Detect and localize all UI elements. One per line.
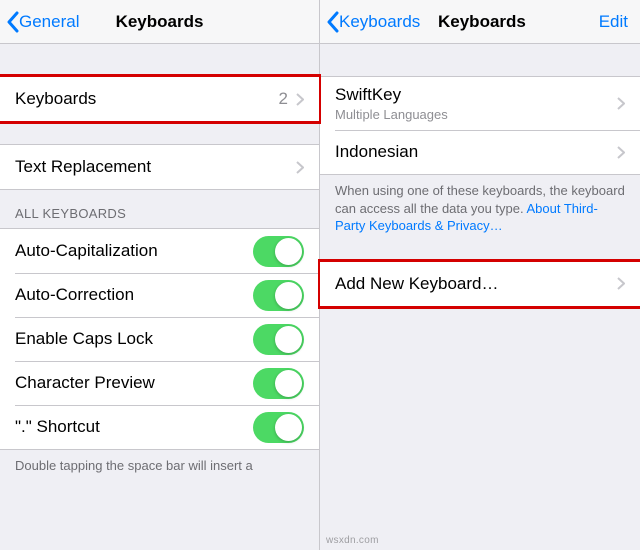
toggle-group: Auto-Capitalization Auto-Correction Enab… [0, 228, 319, 450]
chevron-left-icon [6, 11, 19, 33]
auto-capitalization-switch[interactable] [253, 236, 304, 267]
keyboard-name: Indonesian [335, 142, 418, 162]
chevron-right-icon [617, 277, 625, 290]
page-title-right: Keyboards [438, 12, 526, 32]
add-new-keyboard-row[interactable]: Add New Keyboard… [320, 262, 640, 306]
chevron-right-icon [617, 97, 625, 110]
keyboards-row[interactable]: Keyboards 2 [0, 77, 319, 121]
installed-keyboards-group: SwiftKey Multiple Languages Indonesian [320, 76, 640, 175]
watermark: wsxdn.com [326, 535, 379, 546]
toggle-label: Auto-Capitalization [15, 241, 158, 261]
auto-correction-row[interactable]: Auto-Correction [0, 273, 319, 317]
character-preview-row[interactable]: Character Preview [0, 361, 319, 405]
chevron-right-icon [296, 161, 304, 174]
navbar-right: Keyboards Keyboards Edit [320, 0, 640, 44]
back-to-general-button[interactable]: General [6, 11, 79, 33]
all-keyboards-header: ALL KEYBOARDS [0, 190, 319, 228]
chevron-left-icon [326, 11, 339, 33]
edit-button[interactable]: Edit [599, 12, 628, 32]
period-shortcut-row[interactable]: "." Shortcut [0, 405, 319, 449]
toggle-label: Character Preview [15, 373, 155, 393]
toggle-label: "." Shortcut [15, 417, 100, 437]
back-label: General [19, 12, 79, 32]
navbar-left: General Keyboards [0, 0, 319, 44]
chevron-right-icon [617, 146, 625, 159]
keyboards-count-group: Keyboards 2 [0, 76, 319, 122]
auto-capitalization-row[interactable]: Auto-Capitalization [0, 229, 319, 273]
enable-caps-lock-switch[interactable] [253, 324, 304, 355]
settings-keyboards-panel: General Keyboards Keyboards 2 Text Repla… [0, 0, 320, 550]
back-label: Keyboards [339, 12, 420, 32]
keyboards-count: 2 [279, 89, 288, 109]
back-to-keyboards-button[interactable]: Keyboards [326, 11, 420, 33]
text-replacement-label: Text Replacement [15, 157, 151, 177]
keyboard-swiftkey-row[interactable]: SwiftKey Multiple Languages [320, 77, 640, 130]
keyboard-name: SwiftKey [335, 85, 448, 105]
keyboards-label: Keyboards [15, 89, 96, 109]
add-keyboard-group: Add New Keyboard… [320, 261, 640, 307]
privacy-footer: When using one of these keyboards, the k… [320, 175, 640, 249]
shortcut-footer: Double tapping the space bar will insert… [0, 450, 319, 489]
chevron-right-icon [296, 93, 304, 106]
text-replacement-row[interactable]: Text Replacement [0, 145, 319, 189]
enable-caps-lock-row[interactable]: Enable Caps Lock [0, 317, 319, 361]
keyboard-indonesian-row[interactable]: Indonesian [320, 130, 640, 174]
period-shortcut-switch[interactable] [253, 412, 304, 443]
keyboards-list-panel: Keyboards Keyboards Edit SwiftKey Multip… [320, 0, 640, 550]
character-preview-switch[interactable] [253, 368, 304, 399]
keyboard-sub: Multiple Languages [335, 107, 448, 122]
add-new-keyboard-label: Add New Keyboard… [335, 274, 498, 294]
toggle-label: Enable Caps Lock [15, 329, 153, 349]
auto-correction-switch[interactable] [253, 280, 304, 311]
toggle-label: Auto-Correction [15, 285, 134, 305]
text-replacement-group: Text Replacement [0, 144, 319, 190]
